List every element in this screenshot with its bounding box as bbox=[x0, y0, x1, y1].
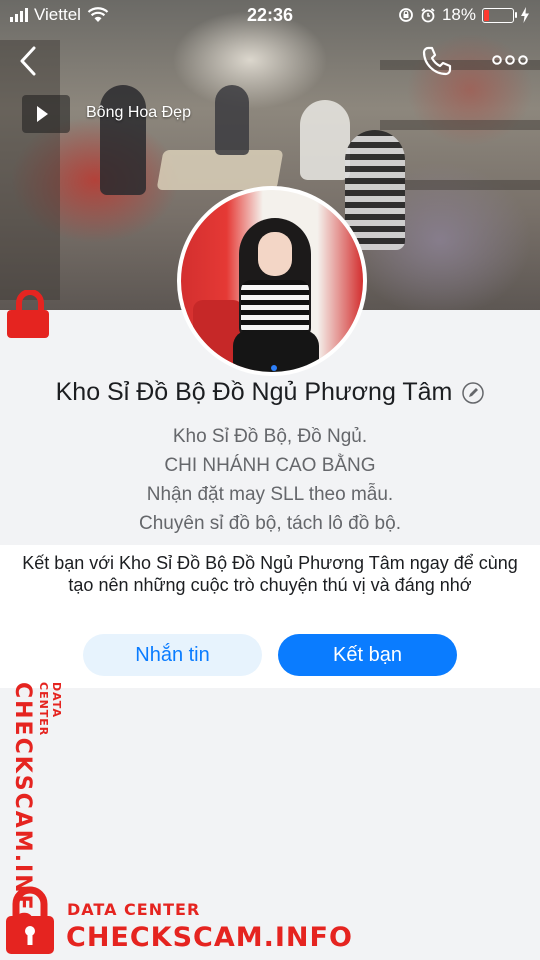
profile-avatar[interactable] bbox=[177, 186, 367, 376]
watermark-lock-icon bbox=[7, 290, 49, 338]
profile-name: Kho Sỉ Đồ Bộ Đồ Ngủ Phương Tâm bbox=[55, 378, 453, 406]
watermark-caption: DATA CENTER bbox=[67, 900, 201, 919]
friend-invite-text: Kết bạn với Kho Sỉ Đồ Bộ Đồ Ngủ Phương T… bbox=[22, 553, 518, 595]
more-options-icon[interactable] bbox=[492, 50, 528, 70]
charging-bolt-icon bbox=[521, 7, 529, 23]
watermark-lock-icon bbox=[6, 886, 54, 954]
bio-line: Nhận đặt may SLL theo mẫu. bbox=[146, 484, 394, 505]
rotation-lock-icon bbox=[399, 8, 413, 22]
status-bar: Viettel 22:36 18% bbox=[0, 0, 540, 30]
online-status-dot bbox=[271, 365, 277, 371]
profile-music-play-button[interactable] bbox=[22, 95, 70, 133]
bio-line: CHI NHÁNH CAO BẰNG bbox=[164, 455, 376, 476]
play-icon bbox=[37, 106, 48, 122]
profile-music-title[interactable]: Bông Hoa Đẹp bbox=[86, 104, 191, 122]
watermark-side-caption: DATA CENTER bbox=[37, 682, 63, 737]
add-friend-button[interactable]: Kết bạn bbox=[278, 634, 457, 676]
back-chevron-icon[interactable] bbox=[14, 44, 44, 78]
edit-alias-icon[interactable] bbox=[462, 381, 485, 404]
watermark-brand: CHECKSCAM.INFO bbox=[66, 922, 353, 953]
alarm-icon bbox=[421, 8, 435, 23]
message-button[interactable]: Nhắn tin bbox=[83, 634, 262, 676]
bio-line: Kho Sỉ Đồ Bộ, Đồ Ngủ. bbox=[172, 426, 368, 447]
battery-icon bbox=[482, 7, 517, 23]
phone-call-icon[interactable] bbox=[420, 44, 454, 78]
battery-percent: 18% bbox=[441, 5, 476, 24]
bio-line: Chuyên sỉ đồ bộ, tách lô đồ bộ. bbox=[139, 513, 401, 534]
